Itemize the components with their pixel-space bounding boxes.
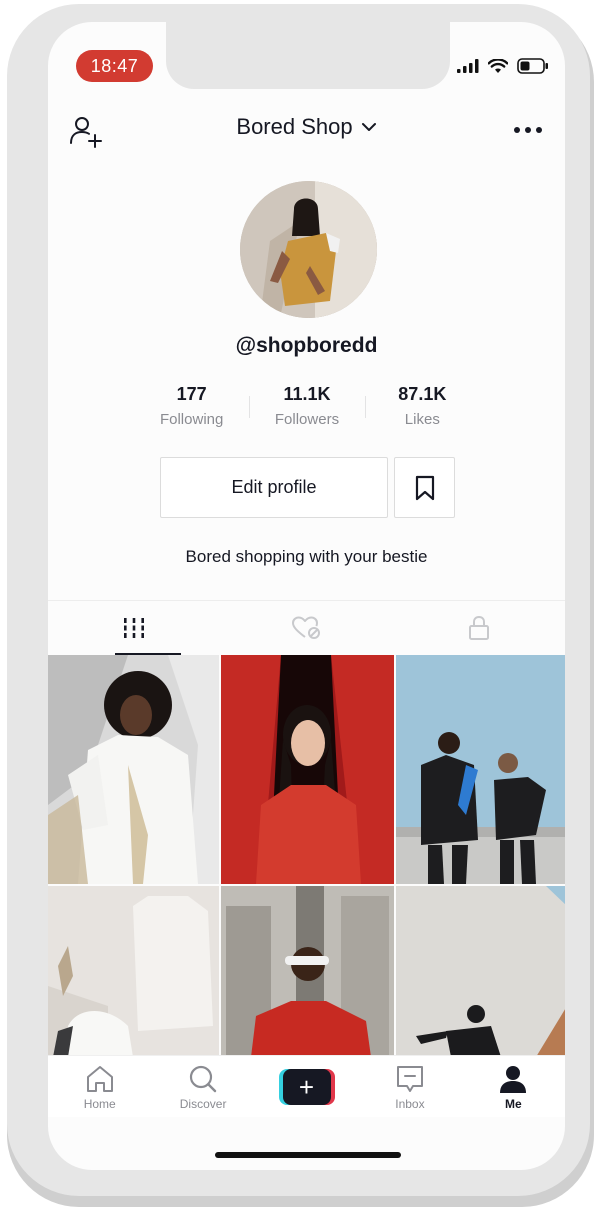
search-icon bbox=[190, 1065, 217, 1093]
avatar[interactable] bbox=[240, 181, 377, 318]
profile-stats: 177 Following 11.1K Followers 87.1K Like… bbox=[134, 384, 480, 434]
phone-frame: 18:47 Bored Shop @shopboredd 177 Followi… bbox=[7, 4, 590, 1196]
video-thumbnail-image bbox=[396, 655, 565, 884]
more-horizontal-icon bbox=[514, 127, 542, 133]
nav-discover[interactable]: Discover bbox=[151, 1056, 254, 1117]
video-thumbnail[interactable] bbox=[221, 886, 394, 1057]
home-icon bbox=[86, 1066, 113, 1092]
avatar-photo bbox=[240, 181, 377, 318]
video-grid bbox=[48, 655, 565, 1057]
grid-icon bbox=[124, 618, 145, 638]
screen: 18:47 Bored Shop @shopboredd 177 Followi… bbox=[48, 22, 565, 1170]
video-thumbnail-image bbox=[396, 886, 565, 1057]
video-thumbnail[interactable] bbox=[221, 655, 394, 884]
account-switcher[interactable]: Bored Shop bbox=[48, 114, 565, 140]
video-thumbnail-image bbox=[48, 655, 219, 884]
nav-label: Discover bbox=[179, 1097, 227, 1111]
tab-liked[interactable] bbox=[220, 601, 392, 655]
video-thumbnail-image bbox=[221, 655, 394, 884]
inbox-icon bbox=[396, 1066, 423, 1092]
stat-divider bbox=[249, 396, 250, 418]
nav-label: Inbox bbox=[395, 1097, 425, 1111]
create-button[interactable]: + bbox=[278, 1069, 335, 1105]
profile-tabs bbox=[48, 600, 565, 655]
profile-handle: @shopboredd bbox=[235, 334, 378, 357]
video-thumbnail[interactable] bbox=[396, 655, 565, 884]
stat-value: 11.1K bbox=[283, 384, 331, 404]
tab-videos[interactable] bbox=[48, 601, 220, 655]
nav-create[interactable]: + bbox=[255, 1056, 358, 1117]
stat-followers[interactable]: 11.1K Followers bbox=[249, 384, 364, 434]
chevron-down-icon bbox=[361, 123, 376, 131]
stat-value: 177 bbox=[176, 384, 207, 404]
nav-label: Home bbox=[83, 1097, 116, 1111]
home-indicator[interactable] bbox=[215, 1152, 401, 1158]
notch bbox=[166, 22, 450, 89]
nav-me[interactable]: Me bbox=[462, 1056, 565, 1117]
person-icon bbox=[500, 1066, 527, 1093]
lock-icon bbox=[468, 615, 489, 640]
wifi-icon bbox=[488, 58, 508, 73]
video-thumbnail-image bbox=[221, 886, 394, 1057]
video-thumbnail-image bbox=[48, 886, 219, 1057]
bookmark-icon bbox=[415, 475, 434, 500]
stat-label: Following bbox=[159, 411, 224, 428]
account-name: Bored Shop bbox=[236, 114, 353, 139]
stat-divider bbox=[365, 396, 366, 418]
stat-label: Followers bbox=[274, 411, 340, 428]
stat-following[interactable]: 177 Following bbox=[134, 384, 249, 434]
nav-inbox[interactable]: Inbox bbox=[358, 1056, 461, 1117]
battery-icon bbox=[517, 58, 548, 74]
stat-value: 87.1K bbox=[398, 384, 447, 404]
bottom-nav: Home Discover + Inbox Me bbox=[48, 1055, 565, 1117]
profile-bio: Bored shopping with your bestie bbox=[185, 547, 428, 566]
tab-private[interactable] bbox=[393, 601, 565, 655]
video-thumbnail[interactable] bbox=[48, 655, 219, 884]
stat-label: Likes bbox=[404, 411, 440, 428]
edit-profile-button[interactable]: Edit profile bbox=[160, 457, 388, 518]
video-thumbnail[interactable] bbox=[48, 886, 219, 1057]
status-time: 18:47 bbox=[76, 50, 153, 82]
signal-icon bbox=[457, 59, 479, 73]
stat-likes[interactable]: 87.1K Likes bbox=[365, 384, 480, 434]
nav-label: Me bbox=[504, 1097, 522, 1111]
plus-icon: + bbox=[298, 1072, 315, 1102]
nav-home[interactable]: Home bbox=[48, 1056, 151, 1117]
more-options-button[interactable] bbox=[513, 120, 543, 140]
favorites-button[interactable] bbox=[394, 457, 455, 518]
liked-heart-icon bbox=[292, 616, 321, 639]
status-icons bbox=[457, 58, 549, 74]
video-thumbnail[interactable] bbox=[396, 886, 565, 1057]
